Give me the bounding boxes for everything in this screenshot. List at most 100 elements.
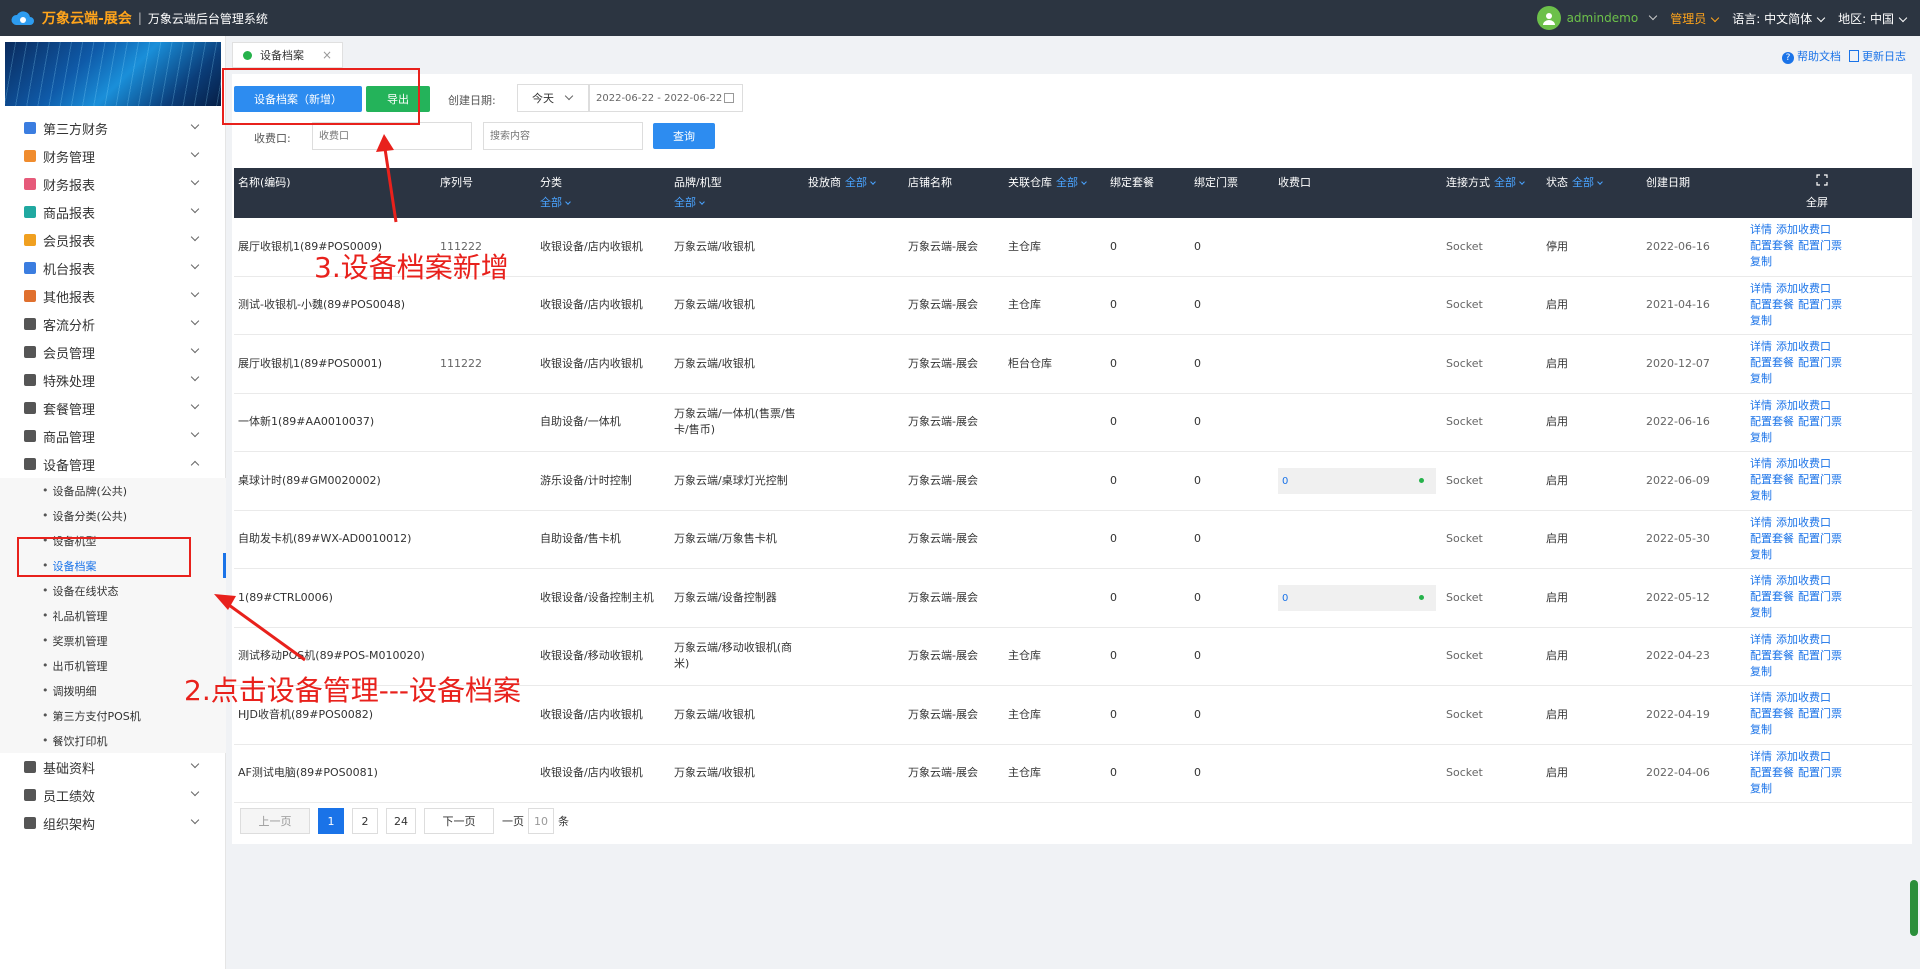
sidebar-item-t7[interactable]: 客流分析 bbox=[0, 310, 226, 338]
action-config-ticket-link[interactable]: 配置门票 bbox=[1798, 298, 1842, 311]
col-warehouse[interactable]: 关联仓库 全部 bbox=[1008, 174, 1087, 190]
action-detail-link[interactable]: 详情 bbox=[1750, 633, 1772, 646]
sidebar-item-b1[interactable]: 员工绩效 bbox=[0, 781, 226, 809]
action-copy-link[interactable]: 复制 bbox=[1750, 723, 1772, 736]
sidebar-item-b2[interactable]: 组织架构 bbox=[0, 809, 226, 837]
warehouse-filter[interactable]: 全部 bbox=[1056, 176, 1087, 189]
brand-filter[interactable]: 全部 bbox=[674, 194, 722, 210]
region-menu[interactable]: 地区: 中国 bbox=[1838, 10, 1908, 27]
query-button[interactable]: 查询 bbox=[653, 123, 715, 149]
action-add-counter-link[interactable]: 添加收费口 bbox=[1776, 691, 1831, 704]
action-config-package-link[interactable]: 配置套餐 bbox=[1750, 473, 1794, 486]
action-copy-link[interactable]: 复制 bbox=[1750, 606, 1772, 619]
action-config-package-link[interactable]: 配置套餐 bbox=[1750, 766, 1794, 779]
submenu-item[interactable]: 礼品机管理 bbox=[0, 603, 226, 628]
submenu-item[interactable]: 餐饮打印机 bbox=[0, 728, 226, 753]
action-copy-link[interactable]: 复制 bbox=[1750, 782, 1772, 795]
date-preset-select[interactable]: 今天 bbox=[517, 84, 589, 112]
sidebar-item-t2[interactable]: 财务报表 bbox=[0, 170, 226, 198]
col-connect[interactable]: 连接方式 全部 bbox=[1446, 174, 1525, 190]
action-config-package-link[interactable]: 配置套餐 bbox=[1750, 532, 1794, 545]
role-menu[interactable]: 管理员 bbox=[1670, 10, 1720, 27]
action-copy-link[interactable]: 复制 bbox=[1750, 255, 1772, 268]
sidebar-item-t10[interactable]: 套餐管理 bbox=[0, 394, 226, 422]
action-add-counter-link[interactable]: 添加收费口 bbox=[1776, 633, 1831, 646]
submenu-item[interactable]: 设备分类(公共) bbox=[0, 503, 226, 528]
sidebar-item-t4[interactable]: 会员报表 bbox=[0, 226, 226, 254]
counter-field[interactable]: 0 bbox=[1278, 468, 1436, 494]
language-menu[interactable]: 语言: 中文简体 bbox=[1732, 10, 1826, 27]
action-config-ticket-link[interactable]: 配置门票 bbox=[1798, 649, 1842, 662]
sidebar-item-t1[interactable]: 财务管理 bbox=[0, 142, 226, 170]
sidebar-item-t8[interactable]: 会员管理 bbox=[0, 338, 226, 366]
action-copy-link[interactable]: 复制 bbox=[1750, 372, 1772, 385]
action-config-ticket-link[interactable]: 配置门票 bbox=[1798, 707, 1842, 720]
sidebar-item-t3[interactable]: 商品报表 bbox=[0, 198, 226, 226]
date-range-input[interactable]: 2022-06-22 - 2022-06-22 bbox=[589, 84, 743, 112]
scrollbar-thumb[interactable] bbox=[1910, 880, 1918, 936]
sidebar-item-t0[interactable]: 第三方财务 bbox=[0, 114, 226, 142]
action-add-counter-link[interactable]: 添加收费口 bbox=[1776, 516, 1831, 529]
action-add-counter-link[interactable]: 添加收费口 bbox=[1776, 282, 1831, 295]
per-page-input[interactable]: 10 bbox=[528, 808, 554, 834]
sidebar-item-t12[interactable]: 设备管理 bbox=[0, 450, 226, 478]
action-copy-link[interactable]: 复制 bbox=[1750, 489, 1772, 502]
status-filter[interactable]: 全部 bbox=[1572, 176, 1603, 189]
changelog-link[interactable]: 更新日志 bbox=[1849, 48, 1906, 64]
action-config-package-link[interactable]: 配置套餐 bbox=[1750, 649, 1794, 662]
logo[interactable]: 万象云端-展会 | 万象云端后台管理系统 bbox=[0, 7, 268, 29]
col-category[interactable]: 分类 全部 bbox=[540, 174, 571, 210]
help-link[interactable]: ? 帮助文档 bbox=[1782, 48, 1841, 64]
prev-page-button[interactable]: 上一页 bbox=[240, 808, 310, 834]
counter-field[interactable]: 0 bbox=[1278, 585, 1436, 611]
sidebar-item-t11[interactable]: 商品管理 bbox=[0, 422, 226, 450]
action-config-ticket-link[interactable]: 配置门票 bbox=[1798, 356, 1842, 369]
action-config-ticket-link[interactable]: 配置门票 bbox=[1798, 766, 1842, 779]
user-menu[interactable]: admindemo bbox=[1536, 6, 1658, 30]
connect-filter[interactable]: 全部 bbox=[1494, 176, 1525, 189]
action-config-ticket-link[interactable]: 配置门票 bbox=[1798, 239, 1842, 252]
search-input[interactable] bbox=[483, 122, 643, 150]
submenu-item[interactable]: 奖票机管理 bbox=[0, 628, 226, 653]
action-config-package-link[interactable]: 配置套餐 bbox=[1750, 707, 1794, 720]
action-add-counter-link[interactable]: 添加收费口 bbox=[1776, 457, 1831, 470]
action-config-package-link[interactable]: 配置套餐 bbox=[1750, 590, 1794, 603]
page-24-button[interactable]: 24 bbox=[386, 808, 416, 834]
action-config-ticket-link[interactable]: 配置门票 bbox=[1798, 473, 1842, 486]
category-filter[interactable]: 全部 bbox=[540, 194, 571, 210]
fullscreen-button[interactable]: 全屏 bbox=[1806, 194, 1828, 210]
submenu-item[interactable]: 设备品牌(公共) bbox=[0, 478, 226, 503]
col-status[interactable]: 状态 全部 bbox=[1546, 174, 1603, 190]
action-config-ticket-link[interactable]: 配置门票 bbox=[1798, 532, 1842, 545]
action-config-package-link[interactable]: 配置套餐 bbox=[1750, 356, 1794, 369]
action-copy-link[interactable]: 复制 bbox=[1750, 431, 1772, 444]
action-copy-link[interactable]: 复制 bbox=[1750, 665, 1772, 678]
page-1-button[interactable]: 1 bbox=[318, 808, 344, 834]
col-brand[interactable]: 品牌/机型 全部 bbox=[674, 174, 722, 210]
action-detail-link[interactable]: 详情 bbox=[1750, 399, 1772, 412]
action-add-counter-link[interactable]: 添加收费口 bbox=[1776, 340, 1831, 353]
action-add-counter-link[interactable]: 添加收费口 bbox=[1776, 574, 1831, 587]
action-copy-link[interactable]: 复制 bbox=[1750, 314, 1772, 327]
action-detail-link[interactable]: 详情 bbox=[1750, 691, 1772, 704]
expand-icon[interactable] bbox=[1816, 174, 1828, 186]
action-config-package-link[interactable]: 配置套餐 bbox=[1750, 298, 1794, 311]
sidebar-item-b0[interactable]: 基础资料 bbox=[0, 753, 226, 781]
sidebar-item-t6[interactable]: 其他报表 bbox=[0, 282, 226, 310]
close-icon[interactable]: × bbox=[322, 48, 332, 62]
action-config-package-link[interactable]: 配置套餐 bbox=[1750, 239, 1794, 252]
sidebar-item-t5[interactable]: 机台报表 bbox=[0, 254, 226, 282]
action-add-counter-link[interactable]: 添加收费口 bbox=[1776, 223, 1831, 236]
col-placer[interactable]: 投放商 全部 bbox=[808, 174, 876, 190]
action-detail-link[interactable]: 详情 bbox=[1750, 282, 1772, 295]
next-page-button[interactable]: 下一页 bbox=[424, 808, 494, 834]
action-detail-link[interactable]: 详情 bbox=[1750, 516, 1772, 529]
action-add-counter-link[interactable]: 添加收费口 bbox=[1776, 399, 1831, 412]
counter-input[interactable] bbox=[312, 122, 472, 150]
action-detail-link[interactable]: 详情 bbox=[1750, 223, 1772, 236]
placer-filter[interactable]: 全部 bbox=[845, 176, 876, 189]
action-detail-link[interactable]: 详情 bbox=[1750, 340, 1772, 353]
action-config-package-link[interactable]: 配置套餐 bbox=[1750, 415, 1794, 428]
action-detail-link[interactable]: 详情 bbox=[1750, 574, 1772, 587]
submenu-item[interactable]: 设备在线状态 bbox=[0, 578, 226, 603]
